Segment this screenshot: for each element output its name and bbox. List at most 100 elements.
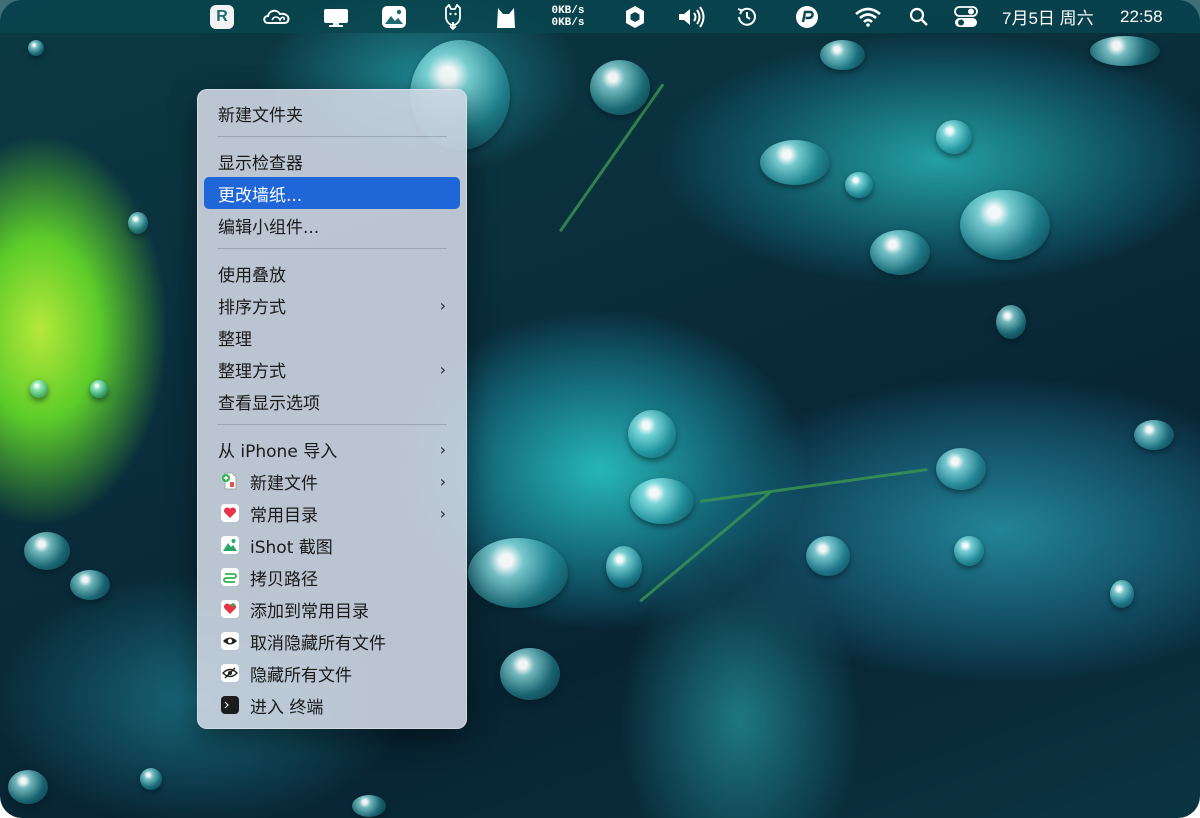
hexagon-icon (626, 5, 644, 28)
menu-separator (217, 136, 447, 137)
water-drop (352, 795, 386, 817)
volume-icon[interactable] (676, 0, 708, 33)
control-center-icon[interactable] (952, 0, 980, 33)
copy-path-icon (221, 568, 239, 586)
creative-cloud-icon[interactable] (260, 0, 294, 33)
water-drop (996, 305, 1026, 339)
water-drop (30, 380, 48, 398)
pockity-icon[interactable] (794, 0, 820, 33)
app-letter: R (210, 4, 234, 29)
menu-item-label: iShot 截图 (250, 537, 333, 558)
wifi-icon[interactable] (853, 0, 883, 33)
menu-item-view-options[interactable]: 查看显示选项 (204, 385, 460, 417)
menu-item-label: 整理方式 (218, 361, 286, 382)
menu-item-show-inspector[interactable]: 显示检查器 (204, 145, 460, 177)
water-drop (500, 648, 560, 700)
network-download: 0KB/s (551, 16, 585, 29)
water-drop (960, 190, 1050, 260)
menu-item-change-wallpaper[interactable]: 更改墙纸... (204, 177, 460, 209)
menu-item-label: 取消隐藏所有文件 (250, 633, 386, 654)
water-drop (845, 172, 873, 198)
volume-icon (679, 5, 705, 28)
water-drop (590, 60, 650, 115)
menu-item-label: 查看显示选项 (218, 393, 320, 414)
menu-item-sort-by[interactable]: 排序方式 › (204, 289, 460, 321)
menu-item-use-stacks[interactable]: 使用叠放 (204, 257, 460, 289)
eye-slash-icon (221, 664, 239, 682)
chevron-right-icon: › (439, 503, 446, 523)
menu-item-label: 整理 (218, 329, 252, 350)
water-drop (628, 410, 676, 458)
water-drop (468, 538, 568, 608)
menu-item-label: 新建文件夹 (218, 105, 303, 126)
menu-item-clean-up-by[interactable]: 整理方式 › (204, 353, 460, 385)
menubar-date[interactable]: 7月5日 周六 (1002, 0, 1114, 33)
menu-item-label: 添加到常用目录 (250, 601, 369, 622)
menu-item-hide-all[interactable]: 隐藏所有文件 (204, 657, 460, 689)
network-upload: 0KB/s (551, 4, 585, 17)
time-machine-icon[interactable] (734, 0, 760, 33)
menu-item-favorite-dirs[interactable]: 常用目录 › (204, 497, 460, 529)
water-drop (760, 140, 830, 185)
water-drop (936, 448, 986, 490)
network-speed[interactable]: 0KB/s 0KB/s (543, 0, 593, 33)
menu-item-clean-up[interactable]: 整理 (204, 321, 460, 353)
water-drop (954, 536, 984, 566)
menu-item-label: 使用叠放 (218, 265, 286, 286)
water-drop (1090, 36, 1160, 66)
cat-icon (497, 7, 515, 28)
display-icon[interactable] (320, 0, 352, 33)
image-icon[interactable] (380, 0, 408, 33)
menu-item-label: 拷贝路径 (250, 569, 318, 590)
add-favorite-icon (221, 600, 239, 618)
menu-item-add-to-favorites[interactable]: 添加到常用目录 (204, 593, 460, 625)
date-label: 7月5日 周六 (1002, 9, 1094, 28)
chevron-right-icon: › (439, 439, 446, 459)
menu-item-label: 排序方式 (218, 297, 286, 318)
spotlight-icon[interactable] (906, 0, 932, 33)
water-drop (1134, 420, 1174, 450)
eye-icon (221, 632, 239, 650)
water-drop (28, 40, 44, 56)
creative-cloud-icon (263, 9, 290, 24)
heart-folder-icon (221, 504, 239, 522)
cat-icon[interactable] (492, 0, 520, 33)
desktop-context-menu: 新建文件夹 显示检查器 更改墙纸... 编辑小组件... 使用叠放 排序方式 ›… (197, 89, 467, 729)
menu-item-label: 显示检查器 (218, 153, 303, 174)
water-drop (1110, 580, 1134, 608)
hexagon-icon[interactable] (622, 0, 648, 33)
leaf-stem (699, 468, 928, 503)
menu-item-label: 新建文件 (250, 473, 318, 494)
alpaca-icon (445, 3, 461, 30)
wifi-icon (855, 7, 881, 27)
menu-item-label: 从 iPhone 导入 (218, 441, 338, 462)
menu-item-unhide-all[interactable]: 取消隐藏所有文件 (204, 625, 460, 657)
menu-separator (217, 424, 447, 425)
display-icon (324, 8, 348, 27)
menu-item-new-folder[interactable]: 新建文件夹 (204, 97, 460, 129)
alpaca-icon[interactable] (438, 0, 468, 33)
water-drop (90, 380, 108, 398)
menu-item-open-terminal[interactable]: 进入 终端 (204, 689, 460, 721)
menu-item-ishot[interactable]: iShot 截图 (204, 529, 460, 561)
menu-item-label: 进入 终端 (250, 697, 324, 718)
menu-item-import-from-iphone[interactable]: 从 iPhone 导入 › (204, 433, 460, 465)
menu-item-new-file[interactable]: 新建文件 › (204, 465, 460, 497)
ishot-icon (221, 536, 239, 554)
menu-item-label: 更改墙纸... (218, 185, 303, 206)
time-label: 22:58 (1120, 6, 1163, 26)
reeder-icon[interactable]: R (208, 0, 236, 33)
water-drop (70, 570, 110, 600)
image-icon (382, 5, 406, 28)
menu-item-copy-path[interactable]: 拷贝路径 (204, 561, 460, 593)
water-drop (140, 768, 162, 790)
menu-item-label: 常用目录 (250, 505, 318, 526)
chevron-right-icon: › (439, 359, 446, 379)
water-drop (936, 120, 972, 154)
menubar-time[interactable]: 22:58 (1120, 0, 1176, 33)
menu-item-edit-widgets[interactable]: 编辑小组件... (204, 209, 460, 241)
control-center-icon (954, 5, 978, 27)
terminal-icon (221, 696, 239, 714)
spotlight-icon (909, 7, 928, 26)
chevron-right-icon: › (439, 295, 446, 315)
